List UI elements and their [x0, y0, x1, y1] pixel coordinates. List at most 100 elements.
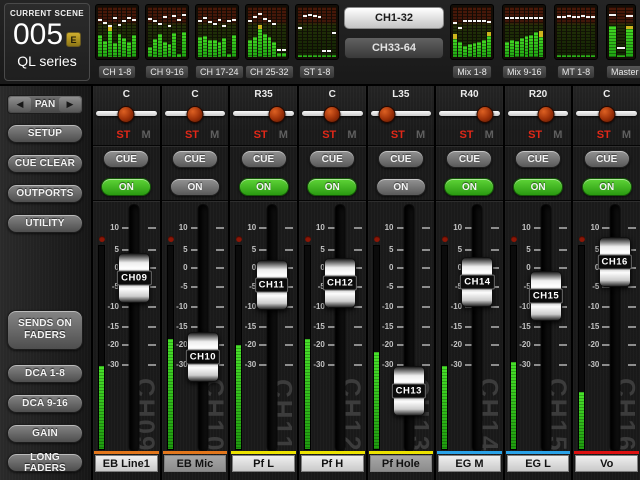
outports-button[interactable]: OUTPORTS	[7, 184, 83, 203]
meter-bar	[609, 7, 617, 57]
utility-button[interactable]: UTILITY	[7, 214, 83, 233]
on-button[interactable]: ON	[169, 178, 220, 196]
cue-button[interactable]: CUE	[240, 150, 287, 168]
bank-tab-ch33-64[interactable]: CH33-64	[344, 37, 444, 59]
meter-block: CH 17-24	[195, 4, 244, 80]
cue-button[interactable]: CUE	[515, 150, 562, 168]
channel-name[interactable]: EB Line1	[95, 455, 158, 472]
scale-tick	[396, 286, 405, 289]
fader-cap[interactable]: CH10	[185, 331, 221, 382]
pan-knob[interactable]	[598, 106, 616, 123]
scale-label: -30	[381, 359, 394, 369]
gain-button[interactable]: GAIN	[7, 424, 83, 443]
channel-name[interactable]: EB Mic	[163, 455, 227, 472]
channel-name[interactable]: EG M	[438, 455, 501, 472]
scale-tick	[353, 227, 362, 230]
pan-mode-label: PAN	[34, 99, 56, 110]
fader-track[interactable]	[472, 205, 482, 451]
channel-strip-ch11: R35 ST M CUE ON CH11 CH11 Pf L 10 5 0 -5 -10…	[230, 86, 297, 480]
sends-on-faders-button[interactable]: SENDS ON FADERS	[7, 310, 83, 350]
cue-button[interactable]: CUE	[103, 150, 150, 168]
meter-bar	[586, 7, 591, 57]
meter-block-label[interactable]: CH 17-24	[195, 65, 244, 79]
divider	[573, 200, 640, 202]
fader-cap[interactable]: CH15	[528, 270, 564, 321]
pan-knob[interactable]	[186, 106, 204, 123]
cue-button[interactable]: CUE	[171, 150, 218, 168]
fader-track[interactable]	[198, 205, 208, 451]
long-faders-button[interactable]: LONG FADERS	[7, 452, 83, 474]
scale-tick	[396, 249, 405, 252]
pan-knob[interactable]	[378, 106, 396, 123]
on-button[interactable]: ON	[444, 178, 495, 196]
fader-cap[interactable]: CH12	[323, 257, 358, 308]
fader-track[interactable]	[129, 205, 139, 451]
pan-left-arrow-icon[interactable]: ◀	[9, 97, 31, 112]
meter-bar	[529, 7, 534, 57]
cue-button[interactable]: CUE	[583, 150, 630, 168]
current-scene-panel[interactable]: CURRENT SCENE 005 E QL series	[4, 3, 90, 81]
pan-knob[interactable]	[117, 106, 135, 123]
scale-tick	[147, 305, 156, 308]
dca-1-8-button[interactable]: DCA 1-8	[7, 364, 83, 383]
channel-name[interactable]: Pf Hole	[369, 455, 433, 472]
fader-cap-label: CH11	[254, 277, 289, 293]
on-button[interactable]: ON	[238, 178, 289, 196]
fader-cap[interactable]: CH11	[254, 260, 289, 311]
meter-bar	[581, 7, 586, 57]
pan-knob[interactable]	[268, 106, 286, 123]
fader-track[interactable]	[541, 205, 551, 451]
bank-tab-ch1-32[interactable]: CH1-32	[344, 7, 444, 29]
stereo-indicator: ST	[596, 129, 611, 141]
channel-name[interactable]: Pf L	[232, 455, 295, 472]
meter-block-label[interactable]: CH 1-8	[97, 65, 137, 79]
fader-cap[interactable]: CH13	[391, 365, 426, 416]
scale-label: -10	[381, 301, 394, 311]
meter-fill	[579, 392, 585, 449]
meter-block: ST 1-8	[295, 4, 339, 80]
setup-button[interactable]: SETUP	[7, 124, 83, 143]
scale-tick	[259, 363, 268, 366]
pan-knob[interactable]	[476, 106, 494, 123]
meter-block-label[interactable]: CH 25-32	[245, 65, 294, 79]
meter-block-label[interactable]: CH 9-16	[145, 65, 189, 79]
on-button[interactable]: ON	[513, 178, 564, 196]
meter-bar	[539, 7, 543, 57]
scale-tick	[396, 343, 405, 346]
meter-block-label[interactable]: Mix 1-8	[452, 65, 492, 79]
pan-knob[interactable]	[537, 106, 555, 123]
channel-name[interactable]: Vo	[575, 455, 638, 472]
fader-cap[interactable]: CH09	[117, 253, 152, 303]
scale-tick	[490, 343, 499, 346]
meter-block: CH 25-32	[245, 4, 294, 80]
channel-strip-ch14: R40 ST M CUE ON CH14 CH14 EG M 10 5 0 -5 -10…	[436, 86, 503, 480]
meter-block-label[interactable]: Mix 9-16	[502, 65, 547, 79]
dca-9-16-button[interactable]: DCA 9-16	[7, 394, 83, 413]
stereo-mono-indicators: ST M	[459, 129, 493, 141]
pan-knob[interactable]	[323, 106, 341, 123]
meter-block-label[interactable]: MT 1-8	[556, 65, 596, 79]
meter-bar	[317, 7, 322, 57]
fader-cap[interactable]: CH14	[460, 256, 495, 307]
channel-name[interactable]: EG L	[506, 455, 570, 472]
pan-right-arrow-icon[interactable]: ▶	[59, 97, 81, 112]
meter-block-label[interactable]: ST 1-8	[298, 65, 336, 79]
meter-bridge-right: Mix 1-8 Mix 9-16 MT 1-8 Master	[450, 4, 640, 80]
meter-block-label[interactable]: Master	[606, 65, 640, 79]
on-button[interactable]: ON	[581, 178, 632, 196]
scale-label: 5	[457, 245, 463, 255]
fader-track[interactable]	[335, 205, 345, 451]
fader-cap-label: CH14	[460, 274, 495, 290]
cue-button[interactable]: CUE	[309, 150, 356, 168]
cue-button[interactable]: CUE	[377, 150, 424, 168]
fader-cap[interactable]: CH16	[597, 237, 632, 288]
channel-color-bar	[162, 451, 228, 454]
on-button[interactable]: ON	[307, 178, 358, 196]
fader-track[interactable]	[267, 205, 277, 451]
on-button[interactable]: ON	[375, 178, 426, 196]
channel-name[interactable]: Pf H	[300, 455, 364, 472]
on-button[interactable]: ON	[101, 178, 152, 196]
cue-clear-button[interactable]: CUE CLEAR	[7, 154, 83, 173]
cue-button[interactable]: CUE	[446, 150, 493, 168]
scale-tick	[122, 363, 130, 366]
